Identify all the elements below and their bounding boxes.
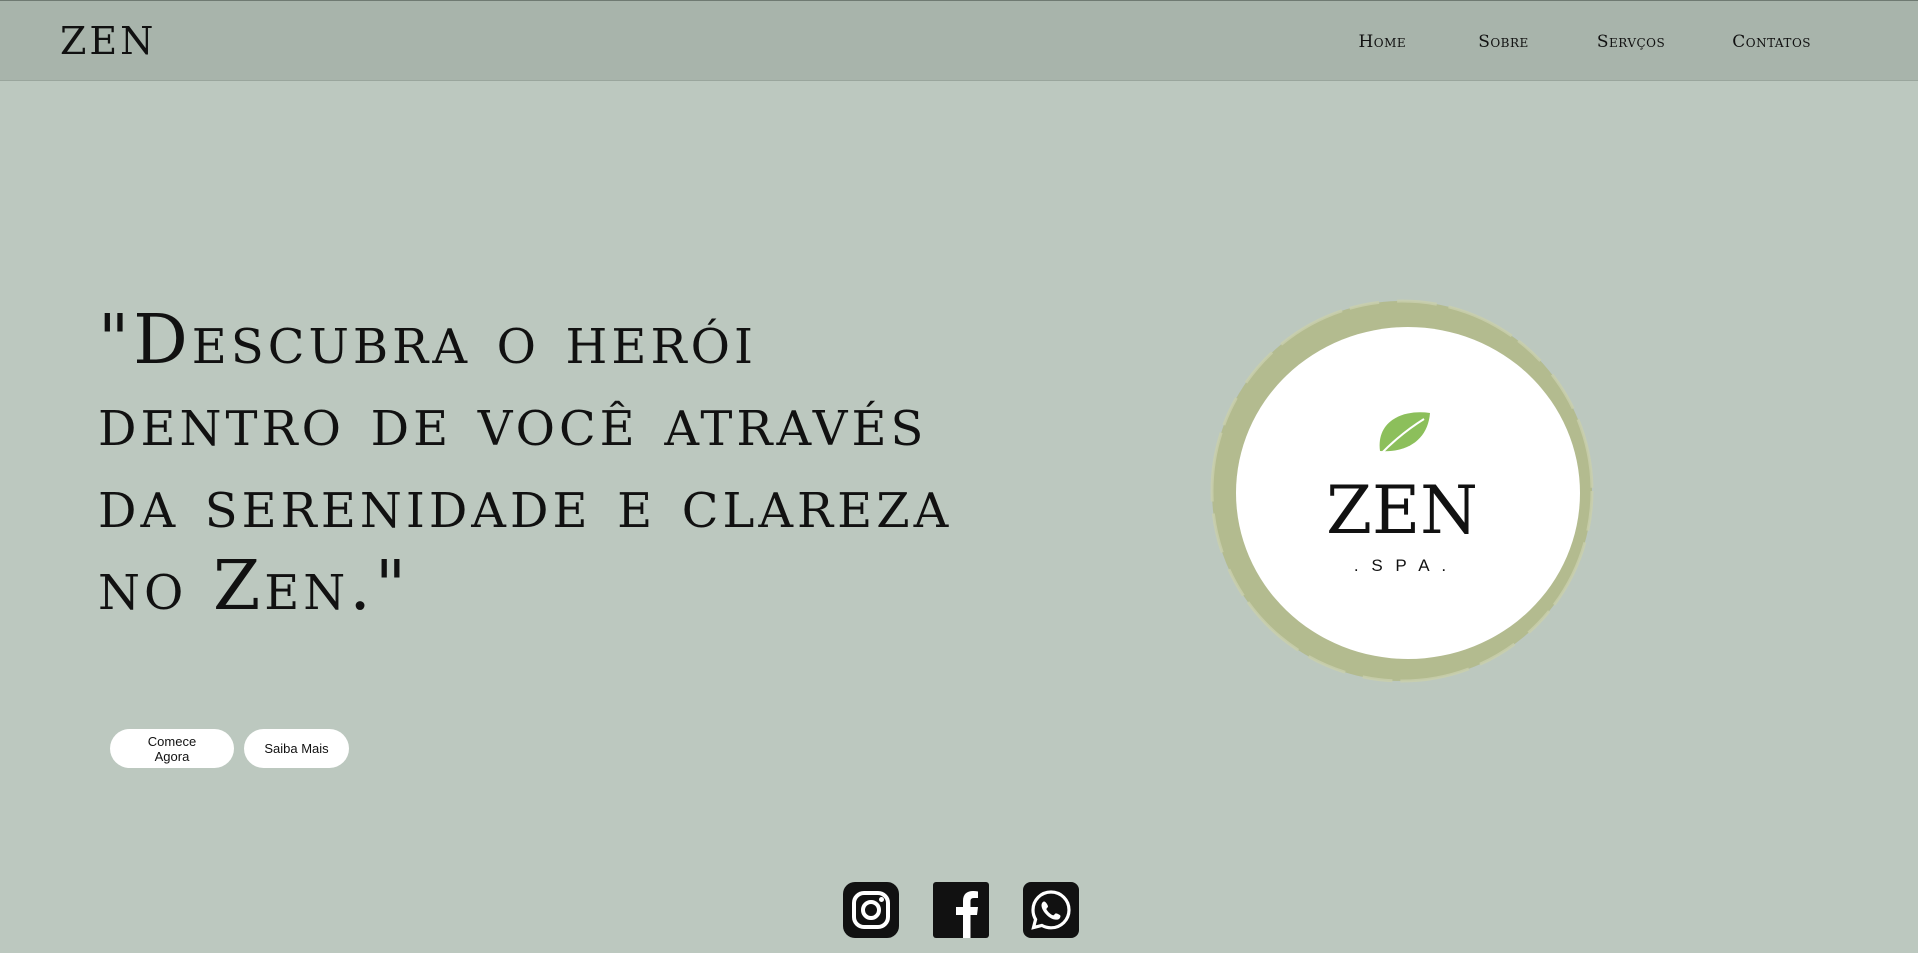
facebook-icon[interactable] (933, 882, 989, 938)
nav-menu: Home Sobre Servços Contatos (1358, 32, 1811, 52)
nav-link-home[interactable]: Home (1358, 32, 1406, 52)
navbar: ZEN Home Sobre Servços Contatos (0, 0, 1918, 81)
nav-link-contatos[interactable]: Contatos (1732, 32, 1811, 52)
nav-link-sobre[interactable]: Sobre (1478, 32, 1529, 52)
whatsapp-icon[interactable] (1023, 882, 1079, 938)
hero-buttons: Comece Agora Saiba Mais (110, 729, 349, 768)
social-links (843, 882, 1079, 938)
zen-spa-logo-graphic: ZEN . S P A . (1210, 299, 1594, 683)
instagram-icon[interactable] (843, 882, 899, 938)
brand-logo-text[interactable]: ZEN (60, 19, 156, 63)
comece-agora-button[interactable]: Comece Agora (110, 729, 234, 768)
logo-title: ZEN (1326, 472, 1478, 549)
nav-link-servicos[interactable]: Servços (1597, 32, 1665, 52)
zen-spa-logo: ZEN . S P A . (1198, 291, 1606, 691)
hero-quote: "Descubra o herói dentro de você através… (98, 301, 953, 626)
logo-subtitle: . S P A . (1354, 556, 1450, 575)
saiba-mais-button[interactable]: Saiba Mais (244, 729, 349, 768)
